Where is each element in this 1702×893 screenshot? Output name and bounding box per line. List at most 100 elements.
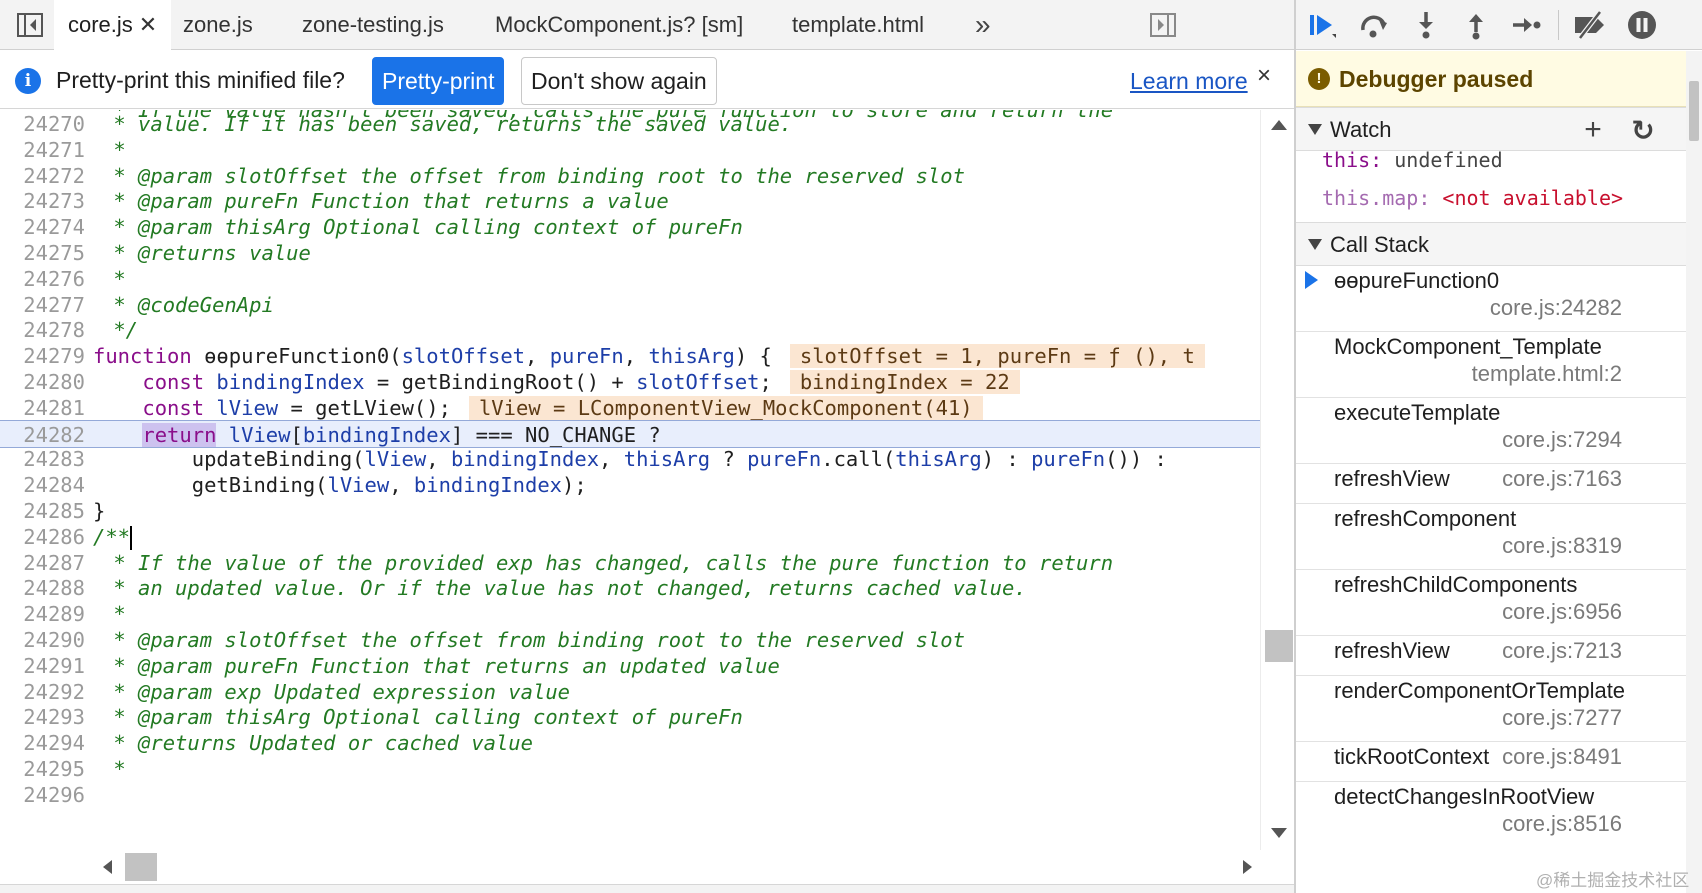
line-number[interactable]: 24277 (0, 291, 85, 319)
watch-section-header[interactable]: Watch + ↻ (1296, 107, 1686, 151)
close-icon[interactable]: ✕ (139, 12, 157, 37)
line-number[interactable]: 24294 (0, 729, 85, 757)
scrollbar-thumb[interactable] (125, 853, 157, 881)
line-number[interactable]: 24275 (0, 239, 85, 267)
scroll-up-arrow-icon[interactable] (1271, 120, 1287, 130)
call-stack-frame[interactable]: renderComponentOrTemplate core.js:7277 (1296, 676, 1686, 742)
line-number[interactable]: 24292 (0, 678, 85, 706)
call-stack-frame[interactable]: MockComponent_Template template.html:2 (1296, 332, 1686, 398)
line-number[interactable]: 24271 (0, 136, 85, 164)
line-number[interactable]: 24279 (0, 342, 85, 370)
scrollbar-thumb[interactable] (1689, 81, 1699, 141)
frame-location: core.js:7163 (1502, 466, 1622, 491)
code-line: 24278 */ (0, 316, 1260, 344)
paused-keyword: return (142, 422, 217, 447)
current-execution-line: 24282 return lView[bindingIndex] === NO_… (0, 419, 1260, 449)
line-number[interactable]: 24287 (0, 549, 85, 577)
call-stack-section-header[interactable]: Call Stack (1296, 222, 1686, 266)
tab-core-js[interactable]: core.js ✕ (54, 0, 172, 50)
resume-icon[interactable] (1304, 8, 1340, 42)
step-out-icon[interactable] (1458, 8, 1494, 42)
learn-more-link[interactable]: Learn more (1130, 68, 1248, 95)
frame-name: refreshView (1334, 466, 1450, 491)
line-number[interactable]: 24286 (0, 523, 85, 551)
debugger-paused-banner: ! Debugger paused (1296, 51, 1686, 107)
sidebar-toggle-icon[interactable] (1148, 11, 1178, 39)
line-number[interactable]: 24283 (0, 445, 85, 473)
horizontal-scrollbar[interactable] (95, 850, 1260, 884)
pretty-print-button[interactable]: Pretty-print (372, 57, 505, 105)
line-number[interactable]: 24282 (0, 421, 85, 449)
line-number[interactable]: 24285 (0, 497, 85, 525)
debugger-sidebar: ! Debugger paused Watch + ↻ this: undefi… (1296, 0, 1702, 893)
line-number[interactable]: 24296 (0, 781, 85, 809)
line-number[interactable]: 24280 (0, 368, 85, 396)
call-stack-frame[interactable]: executeTemplate core.js:7294 (1296, 398, 1686, 464)
call-stack-frame[interactable]: refreshView core.js:7163 (1296, 464, 1686, 504)
tab-zone-js[interactable]: zone.js (183, 0, 253, 50)
toolbar-separator (1558, 10, 1559, 40)
scroll-right-arrow-icon[interactable] (1243, 860, 1252, 874)
frame-location: core.js:24282 (1489, 295, 1622, 320)
call-stack-frame[interactable]: refreshView core.js:7213 (1296, 636, 1686, 676)
line-number[interactable]: 24288 (0, 574, 85, 602)
add-icon[interactable]: + (1576, 113, 1610, 147)
code-text: } (93, 499, 106, 523)
code-text: * (101, 266, 126, 291)
more-tabs-icon[interactable]: » (975, 0, 991, 50)
call-stack-frame[interactable]: tickRootContext core.js:8491 (1296, 742, 1686, 782)
code-line: 24289 * (0, 600, 1260, 628)
code-line: 24288 * an updated value. Or if the valu… (0, 574, 1260, 602)
close-icon[interactable]: × (1257, 62, 1271, 90)
scroll-down-arrow-icon[interactable] (1271, 828, 1287, 838)
scrollbar-thumb[interactable] (1265, 630, 1293, 662)
deactivate-breakpoints-icon[interactable] (1572, 8, 1608, 42)
step-into-icon[interactable] (1408, 8, 1444, 42)
code-text: * @param slotOffset the offset from bind… (101, 163, 965, 188)
tab-zone-testing-js[interactable]: zone-testing.js (302, 0, 444, 50)
code-view[interactable]: * If the value hasn't been saved, calls … (0, 110, 1260, 850)
line-number[interactable]: 24276 (0, 265, 85, 293)
code-text: getBinding(lView, bindingIndex); (93, 473, 587, 498)
code-text: */ (101, 318, 139, 343)
pretty-print-infobar: i Pretty-print this minified file? Prett… (0, 51, 1294, 109)
sidebar-scrollbar[interactable] (1686, 51, 1702, 893)
code-line: 24291 * @param pureFn Function that retu… (0, 652, 1260, 680)
call-stack-frame[interactable]: refreshChildComponents core.js:6956 (1296, 570, 1686, 636)
frame-name: detectChangesInRootView (1334, 784, 1595, 809)
tab-template-html[interactable]: template.html (792, 0, 924, 50)
line-number[interactable]: 24290 (0, 626, 85, 654)
call-stack-frame[interactable]: refreshComponent core.js:8319 (1296, 504, 1686, 570)
step-over-icon[interactable] (1356, 8, 1392, 42)
tab-label: template.html (792, 12, 925, 37)
line-number[interactable]: 24291 (0, 652, 85, 680)
watch-expression[interactable]: this.map: <not available> (1322, 186, 1623, 210)
line-number[interactable]: 24295 (0, 755, 85, 783)
line-number[interactable]: 24284 (0, 471, 85, 499)
section-title: Call Stack (1330, 232, 1430, 257)
line-number[interactable]: 24273 (0, 187, 85, 215)
code-line: 24274 * @param thisArg Optional calling … (0, 213, 1260, 241)
line-number[interactable]: 24293 (0, 703, 85, 731)
call-stack-frame[interactable]: detectChangesInRootView core.js:8516 (1296, 782, 1686, 848)
line-number[interactable]: 24272 (0, 162, 85, 190)
code-line: 24280 const bindingIndex = getBindingRoo… (0, 368, 1260, 396)
step-icon[interactable] (1508, 8, 1544, 42)
frame-location: core.js:8319 (1502, 533, 1622, 558)
line-number[interactable]: 24281 (0, 394, 85, 422)
sidebar-toggle-icon[interactable] (15, 11, 45, 39)
line-number[interactable]: 24274 (0, 213, 85, 241)
scroll-left-arrow-icon[interactable] (103, 860, 112, 874)
call-stack-frame[interactable]: ɵɵpureFunction0 core.js:24282 (1296, 266, 1686, 332)
line-number[interactable]: 24289 (0, 600, 85, 628)
vertical-scrollbar[interactable] (1260, 110, 1294, 850)
tab-mockcomponent-js[interactable]: MockComponent.js? [sm] (495, 0, 743, 50)
watch-expression[interactable]: this: undefined (1322, 148, 1503, 172)
line-number[interactable]: 24278 (0, 316, 85, 344)
code-line: 24275 * @returns value (0, 239, 1260, 267)
dont-show-again-button[interactable]: Don't show again (521, 57, 717, 105)
pause-on-exceptions-icon[interactable] (1624, 8, 1660, 42)
refresh-icon[interactable]: ↻ (1626, 113, 1660, 147)
line-number[interactable]: 24270 (0, 110, 85, 138)
code-text: * (101, 757, 126, 781)
